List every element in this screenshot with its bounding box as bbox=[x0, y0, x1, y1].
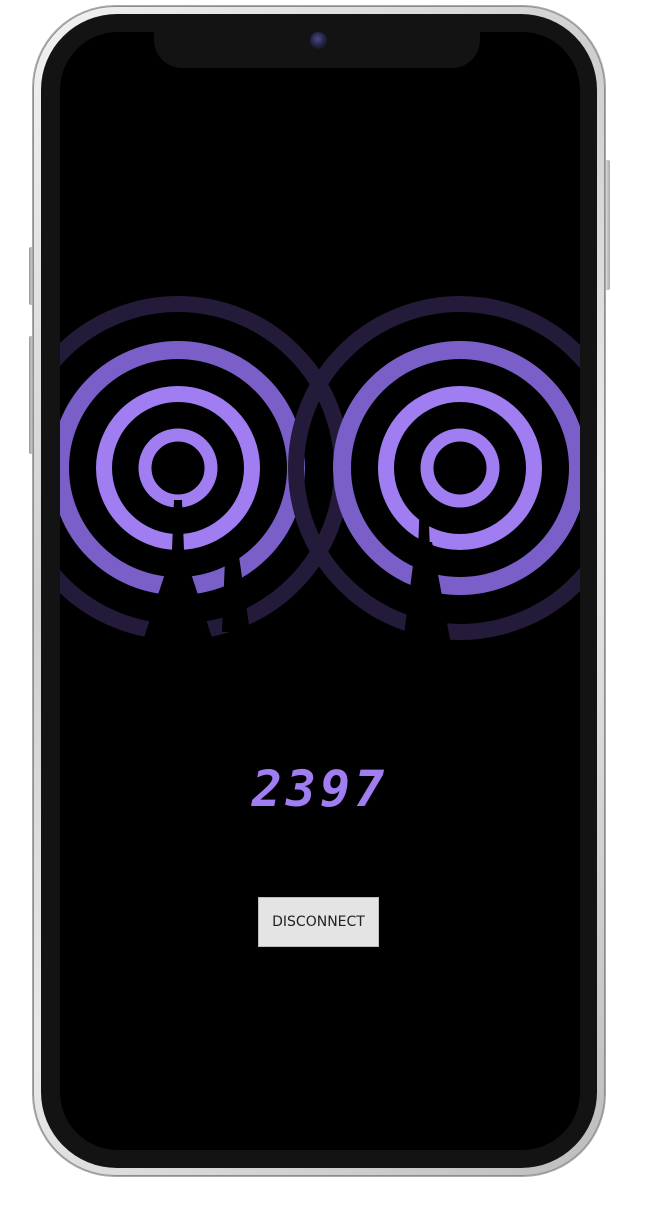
camera-icon bbox=[310, 32, 327, 49]
app-screen: 2397 DISCONNECT bbox=[60, 32, 580, 1150]
broadcast-visual bbox=[60, 296, 580, 650]
disconnect-button[interactable]: DISCONNECT bbox=[258, 897, 379, 947]
device-mockup: 2397 DISCONNECT bbox=[0, 0, 648, 1222]
pairing-code: 2397 bbox=[251, 760, 389, 818]
signal-rings-icon bbox=[288, 296, 580, 650]
